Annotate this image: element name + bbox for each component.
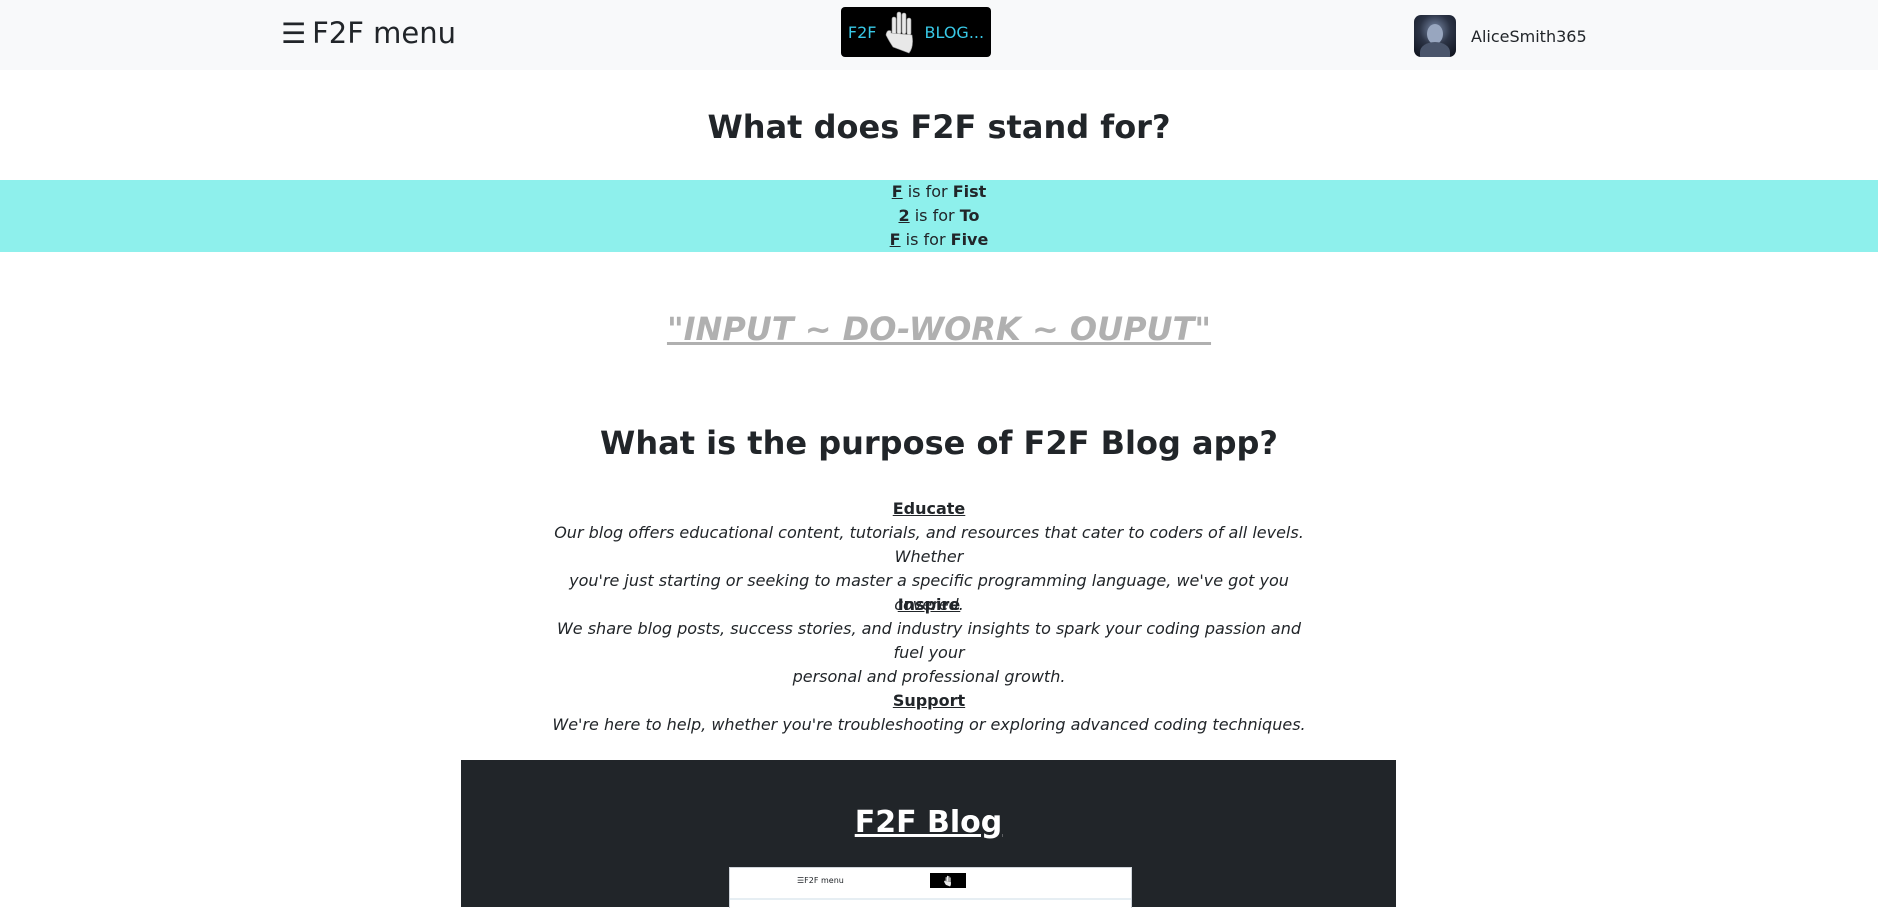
purpose-description: We're here to help, whether you're troub… [552,715,1306,734]
stand-for-middle: is for [907,182,948,201]
preview-navbar: ☰F2F menu [730,868,1131,900]
purpose-heading: What is the purpose of F2F Blog app? [600,424,1278,462]
logo-link[interactable]: F2F BLOG... [841,7,991,57]
logo-left-text: F2F [847,22,877,42]
stand-for-middle: is for [914,206,955,225]
stand-for-heading: What does F2F stand for? [707,108,1171,146]
logo-right-text: BLOG... [924,22,985,42]
preview-menu-label: ☰F2F menu [797,876,844,885]
purpose-title: Support [892,691,966,710]
purpose-title: Inspire [897,595,961,614]
user-profile-link[interactable]: AliceSmith365 [1414,15,1587,57]
purpose-title: Educate [892,499,966,518]
stand-for-row: F is for Five [0,228,1878,252]
hand-icon [944,875,952,886]
stand-for-letter: F [889,230,901,249]
blog-section: F2F Blog ☰F2F menu [461,760,1396,908]
hamburger-icon: ☰ [281,16,307,50]
stand-for-letter: F [891,182,903,201]
menu-label: F2F menu [312,16,456,50]
purpose-description: personal and professional growth. [792,667,1066,686]
stand-for-row: 2 is for To [0,204,1878,228]
purpose-item-support: Support We're here to help, whether you'… [545,689,1313,737]
stand-for-word: Five [950,230,989,249]
navbar: ☰ F2F menu F2F BLOG... AliceSmith365 [0,0,1878,70]
stand-for-word: To [959,206,980,225]
stand-for-row: F is for Fist [0,180,1878,204]
stand-for-word: Fist [952,182,987,201]
stand-for-letter: 2 [898,206,910,225]
motto: "INPUT ~ DO-WORK ~ OUPUT" [666,310,1212,348]
hand-icon [885,11,913,54]
blog-preview-screenshot[interactable]: ☰F2F menu [729,867,1132,908]
purpose-item-inspire: Inspire We share blog posts, success sto… [545,593,1313,689]
blog-title-link[interactable]: F2F Blog [461,805,1396,840]
stand-for-band: F is for Fist 2 is for To F is for Five [0,180,1878,252]
preview-logo [930,873,966,888]
purpose-description: We share blog posts, success stories, an… [556,619,1302,662]
username: AliceSmith365 [1471,26,1587,46]
avatar[interactable] [1414,15,1456,57]
purpose-description: Our blog offers educational content, tut… [554,523,1304,566]
stand-for-middle: is for [905,230,946,249]
menu-toggle-button[interactable]: ☰ F2F menu [281,12,456,54]
